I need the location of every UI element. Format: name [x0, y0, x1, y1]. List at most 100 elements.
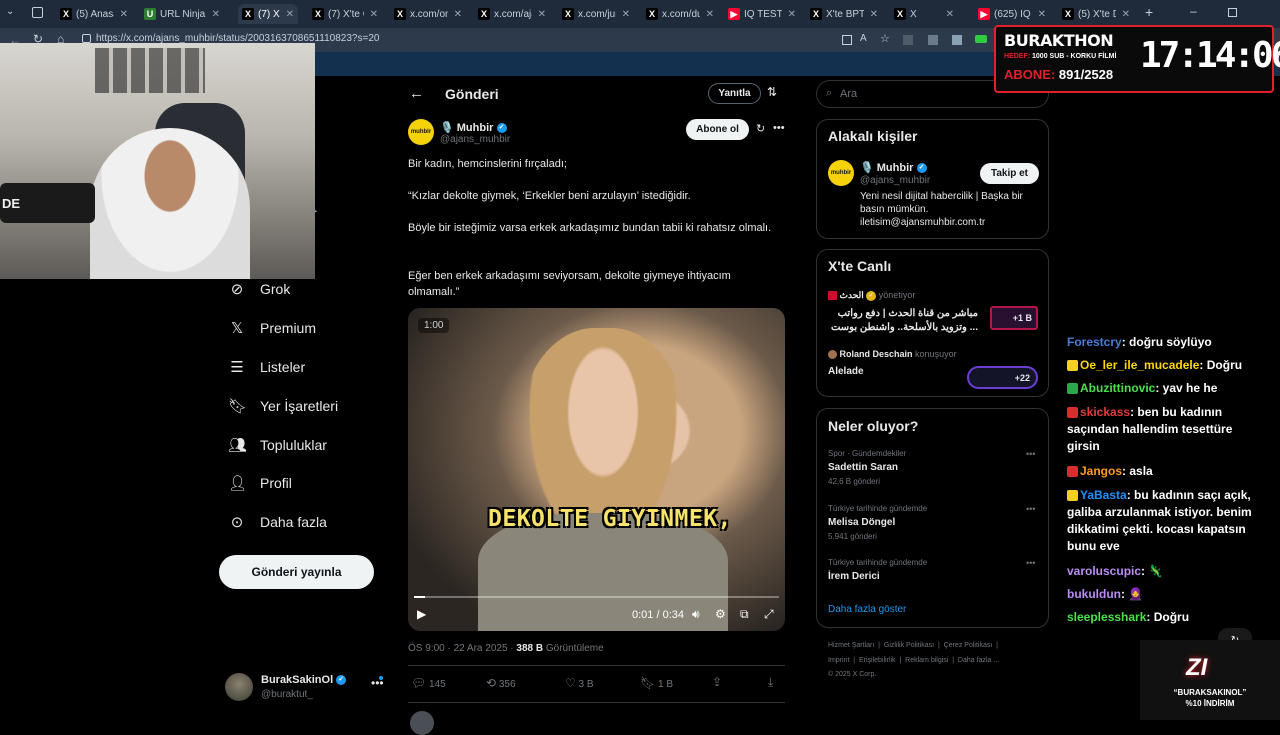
nav-item-topluluklar[interactable]: 👥︎ Topluluklar	[228, 436, 327, 454]
related-avatar[interactable]: muhbir	[828, 160, 854, 186]
like-action[interactable]: ♡ 3 B	[565, 676, 594, 690]
tab-5[interactable]: Xx.com/onlyf ✕	[390, 4, 466, 24]
download-icon[interactable]: ⤓	[768, 675, 773, 690]
window-maximize-button[interactable]	[1228, 8, 1237, 17]
split-screen-icon[interactable]	[842, 35, 852, 45]
live-item-1-host-row[interactable]: الحدث ✓ yönetiyor	[828, 290, 915, 301]
author-avatar[interactable]: muhbir	[408, 119, 434, 145]
tab-6[interactable]: Xx.com/ajans ✕	[474, 4, 550, 24]
trend-item[interactable]: Spor · Gündemdekiler Sadettin Saran 42,6 B…	[828, 449, 1040, 493]
trend-more-icon[interactable]: •••	[1026, 558, 1035, 568]
extensions-icon[interactable]	[903, 35, 913, 45]
chat-username[interactable]: varoluscupic	[1067, 564, 1141, 578]
nav-item-listeler[interactable]: ☰ Listeler	[228, 358, 305, 376]
favorite-icon[interactable]: ☆	[880, 32, 890, 45]
live-item-1-badge[interactable]: +1 B	[990, 306, 1038, 330]
related-name-row[interactable]: 🎙️ Muhbir ✓	[860, 161, 927, 174]
filter-icon[interactable]: ⇅	[767, 85, 777, 99]
post-timestamp[interactable]: ÖS 9:00 · 22 Ara 2025 ·	[408, 643, 516, 654]
tab-close-icon[interactable]: ✕	[788, 9, 796, 20]
chat-username[interactable]: Oe_ler_ile_mucadele	[1080, 358, 1199, 372]
tab-1[interactable]: X (5) Anasayfa ✕	[56, 4, 132, 24]
tab-3[interactable]: X (7) X'te ✕	[238, 4, 298, 24]
tab-close-icon[interactable]: ✕	[370, 9, 378, 20]
chat-username[interactable]: YaBasta	[1080, 488, 1127, 502]
tab-4[interactable]: X (7) X'te Gaze ✕	[308, 4, 382, 24]
reply-action[interactable]: 💬︎ 145	[411, 676, 446, 690]
post-more-icon[interactable]: •••	[773, 122, 785, 134]
read-aloud-icon[interactable]: A	[860, 33, 867, 44]
chat-username[interactable]: sleeplesshark	[1067, 610, 1146, 624]
post-compose-button[interactable]: Gönderi yayınla	[219, 555, 374, 589]
subscribe-button[interactable]: Abone ol	[686, 119, 749, 140]
tab-12[interactable]: ▶ (625) IQ TEST ✕	[974, 4, 1050, 24]
extension-icon-3[interactable]	[952, 35, 962, 45]
trend-more-icon[interactable]: •••	[1026, 504, 1035, 514]
nav-item-premium[interactable]: 𝕏 Premium	[228, 319, 316, 337]
trend-item[interactable]: Türkiye tarihinde gündemde Melisa Döngel 5…	[828, 504, 1040, 548]
tab-9[interactable]: ▶ IQ TEST : 10 ✕	[724, 4, 800, 24]
extension-icon-2[interactable]	[928, 35, 938, 45]
tab-10[interactable]: X X'te BPT: "Ay ✕	[806, 4, 882, 24]
tab-close-icon[interactable]: ✕	[538, 9, 546, 20]
reply-sort-button[interactable]: Yanıtla	[708, 83, 761, 104]
trend-item[interactable]: Türkiye tarihinde gündemde İrem Derici •••	[828, 558, 1040, 602]
show-more-link[interactable]: Daha fazla göster	[828, 604, 906, 615]
tab-8[interactable]: Xx.com/durbu ✕	[642, 4, 718, 24]
workspaces-icon[interactable]	[32, 7, 43, 18]
tab-close-icon[interactable]: ✕	[1122, 9, 1130, 20]
follow-button[interactable]: Takip et	[980, 163, 1039, 184]
author-handle[interactable]: @ajans_muhbir	[440, 134, 510, 145]
grok-icon[interactable]: ↻	[756, 122, 765, 135]
author-name[interactable]: Muhbir	[457, 122, 494, 134]
volume-icon[interactable]: 🔊︎	[692, 607, 700, 622]
picture-in-picture-icon[interactable]: ⧉	[740, 607, 749, 622]
extension-icon-4[interactable]	[975, 35, 987, 43]
live-item-2-badge[interactable]: +22	[967, 366, 1038, 389]
video-player[interactable]	[408, 308, 785, 631]
chat-username[interactable]: bukuldun	[1067, 587, 1121, 601]
chat-username[interactable]: Jangos	[1080, 464, 1122, 478]
tab-close-icon[interactable]: ✕	[946, 9, 954, 20]
tab-close-icon[interactable]: ✕	[870, 9, 878, 20]
trend-more-icon[interactable]: •••	[1026, 449, 1035, 459]
related-name[interactable]: Muhbir	[877, 162, 914, 174]
tab-close-icon[interactable]: ✕	[622, 9, 630, 20]
share-icon[interactable]: ⇪	[712, 675, 722, 689]
play-icon[interactable]: ▶	[417, 607, 426, 621]
footer-links-2[interactable]: Imprint | Erişilebilirlik | Reklam bilgi…	[828, 657, 999, 664]
tab-11[interactable]: X X ✕	[890, 4, 958, 24]
live-item-2-host-row[interactable]: Roland Deschain konuşuyor	[828, 349, 957, 360]
chat-username[interactable]: skickass	[1080, 405, 1130, 419]
tab-close-icon[interactable]: ✕	[1038, 9, 1046, 20]
repost-action[interactable]: ⟲ 356	[486, 676, 516, 690]
site-info-icon[interactable]	[82, 34, 91, 43]
tab-close-icon[interactable]: ✕	[120, 9, 128, 20]
tab-13[interactable]: X (5) X'te Dür ✕	[1058, 4, 1134, 24]
window-minimize-button[interactable]: –	[1190, 4, 1197, 18]
account-switcher[interactable]: BurakSakinOl ✓ @buraktut_ •••	[225, 670, 390, 706]
bookmark-action[interactable]: 🔖︎ 1 B	[640, 676, 673, 690]
tab-7[interactable]: Xx.com/jumai ✕	[558, 4, 634, 24]
new-tab-button[interactable]: +	[1145, 4, 1153, 20]
author-name-row[interactable]: 🎙️ Muhbir ✓	[440, 121, 507, 134]
tab-close-icon[interactable]: ✕	[286, 9, 294, 20]
tab-close-icon[interactable]: ✕	[454, 9, 462, 20]
nav-item-grok[interactable]: ⊘ Grok	[228, 280, 291, 298]
tab-2[interactable]: U URL Ninja (1 ✕	[140, 4, 224, 24]
tab-menu-button[interactable]: ⌄	[6, 6, 20, 20]
video-progress-track[interactable]	[414, 596, 779, 598]
back-arrow-icon[interactable]: ←	[409, 85, 424, 102]
nav-item-profil[interactable]: 👤︎ Profil	[228, 474, 292, 492]
live-item-1-text[interactable]: مباشر من قناة الحدث | دفع رواتب ... وتزو…	[828, 307, 978, 335]
tab-close-icon[interactable]: ✕	[212, 9, 220, 20]
live-item-2-text[interactable]: Alelade	[828, 366, 864, 377]
footer-links-1[interactable]: Hizmet Şartları | Gizlilik Politikası | …	[828, 642, 998, 649]
nav-item-yer-i-şaretleri[interactable]: 🔖︎ Yer İşaretleri	[228, 397, 338, 415]
tab-close-icon[interactable]: ✕	[706, 9, 714, 20]
nav-item-daha-fazla[interactable]: ⊙ Daha fazla	[228, 513, 327, 531]
chat-username[interactable]: Forestcry	[1067, 335, 1122, 349]
chat-username[interactable]: Abuzittinovic	[1080, 381, 1155, 395]
fullscreen-icon[interactable]: ⤢	[764, 607, 774, 622]
settings-icon[interactable]: ⚙︎	[715, 607, 726, 621]
